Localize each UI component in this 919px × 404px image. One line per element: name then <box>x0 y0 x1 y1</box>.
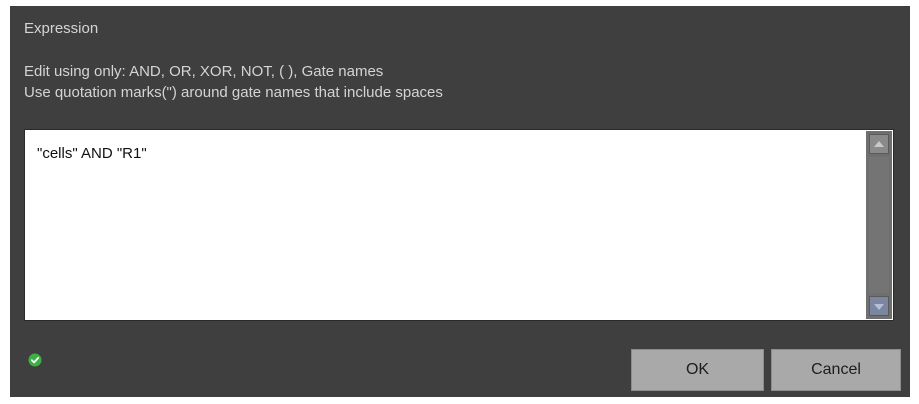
arrow-up-icon <box>874 141 884 147</box>
instruction-line-2: Use quotation marks(") around gate names… <box>24 84 443 101</box>
check-circle-icon <box>28 353 42 367</box>
instruction-line-1: Edit using only: AND, OR, XOR, NOT, ( ),… <box>24 63 384 80</box>
scroll-down-button[interactable] <box>869 296 889 316</box>
screen: Expression Edit using only: AND, OR, XOR… <box>0 0 919 404</box>
cancel-button[interactable]: Cancel <box>771 349 901 391</box>
expression-dialog: Expression Edit using only: AND, OR, XOR… <box>10 6 910 397</box>
dialog-title: Expression <box>24 20 99 37</box>
ok-button[interactable]: OK <box>631 349 764 391</box>
arrow-down-icon <box>874 304 884 310</box>
expression-editor[interactable]: "cells" AND "R1" <box>24 129 894 321</box>
vertical-scrollbar[interactable] <box>866 131 892 319</box>
expression-text[interactable]: "cells" AND "R1" <box>37 145 147 162</box>
scroll-track[interactable] <box>869 157 889 293</box>
scroll-up-button[interactable] <box>869 134 889 154</box>
